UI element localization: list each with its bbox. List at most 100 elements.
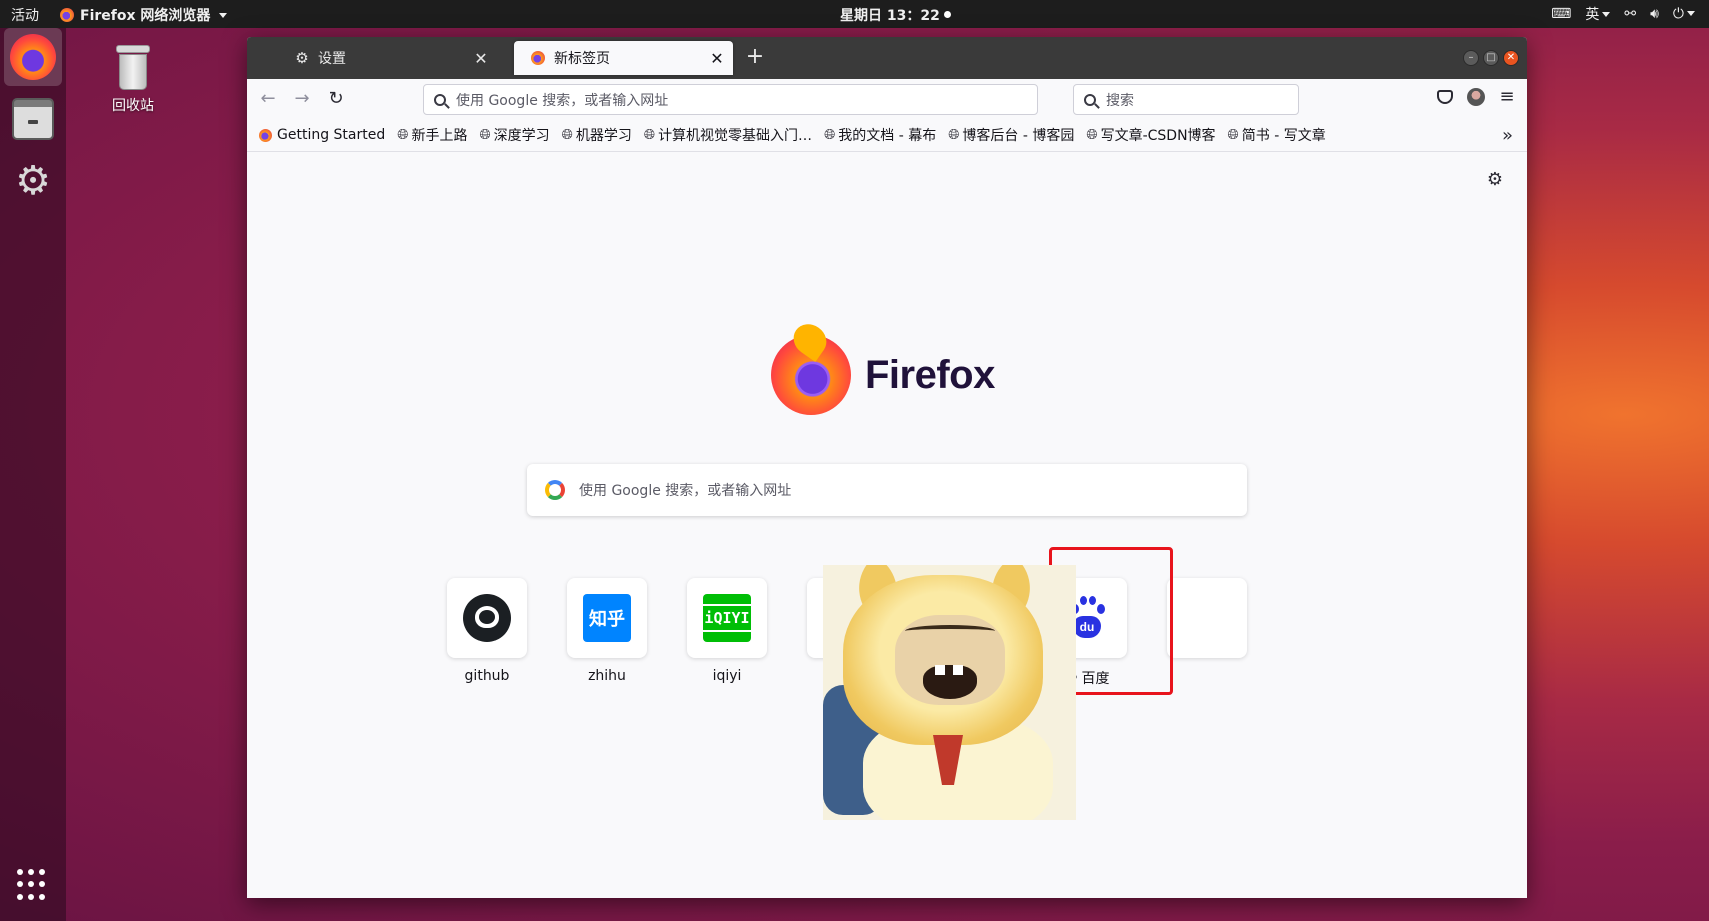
bookmark-item[interactable]: 🌐︎ 简书 - 写文章 bbox=[1228, 125, 1326, 145]
network-icon[interactable]: ⚯ bbox=[1624, 6, 1636, 22]
power-icon[interactable]: ⏻ bbox=[1673, 6, 1695, 22]
system-tray: ⌨ 英 ⚯ 🔊︎ ⏻ bbox=[1551, 4, 1695, 24]
globe-icon: 🌐︎ bbox=[643, 127, 656, 143]
tile-label: zhihu bbox=[588, 668, 626, 684]
reload-button[interactable]: ↻ bbox=[323, 86, 349, 112]
newtab-search-input[interactable]: 使用 Google 搜索，或者输入网址 bbox=[527, 464, 1247, 516]
tab-bar: ⚙ 设置 ✕ 新标签页 ✕ + – □ ✕ bbox=[247, 37, 1527, 79]
top-site-tile[interactable]: 知乎 zhihu bbox=[547, 578, 667, 688]
forward-button[interactable]: → bbox=[289, 86, 315, 112]
firefox-icon bbox=[10, 34, 56, 80]
account-icon[interactable] bbox=[1467, 87, 1485, 106]
top-bar: 活动 Firefox 网络浏览器 星期日 13：22 ⌨ 英 ⚯ 🔊︎ ⏻ bbox=[0, 0, 1709, 28]
show-applications-icon[interactable] bbox=[17, 869, 49, 901]
volume-icon[interactable]: 🔊︎ bbox=[1650, 6, 1659, 22]
chevron-down-icon bbox=[1602, 12, 1611, 17]
top-site-tile[interactable]: iQIYI iqiyi bbox=[667, 578, 787, 688]
file-cabinet-icon bbox=[12, 98, 54, 140]
close-icon[interactable]: ✕ bbox=[469, 49, 493, 68]
globe-icon: 🌐︎ bbox=[561, 127, 573, 143]
settings-tools-icon: ⚙ bbox=[15, 158, 51, 204]
input-method-label: 英 bbox=[1585, 7, 1600, 23]
close-window-button[interactable]: ✕ bbox=[1503, 50, 1519, 66]
bookmark-item[interactable]: 🌐︎ 机器学习 bbox=[562, 125, 632, 145]
chevron-double-right-icon[interactable]: » bbox=[1502, 125, 1513, 146]
meme-sticker-image bbox=[823, 565, 1076, 820]
clock-text: 星期日 13：22 bbox=[840, 8, 940, 24]
bookmark-label: 博客后台 - 博客园 bbox=[962, 128, 1075, 144]
gear-icon[interactable]: ⚙ bbox=[1487, 169, 1503, 190]
tab-title: 设置 bbox=[318, 51, 346, 67]
globe-icon: 🌐︎ bbox=[479, 127, 491, 143]
url-bar-placeholder: 使用 Google 搜索，或者输入网址 bbox=[456, 92, 669, 109]
bookmark-item[interactable]: 🌐︎ 计算机视觉零基础入门… bbox=[644, 125, 812, 145]
bookmark-label: 深度学习 bbox=[493, 128, 550, 144]
chevron-down-icon bbox=[1687, 11, 1695, 16]
activities-button[interactable]: 活动 bbox=[11, 5, 39, 25]
input-method-indicator[interactable]: 英 bbox=[1585, 4, 1611, 24]
tile-label: github bbox=[464, 668, 510, 684]
gear-icon: ⚙ bbox=[295, 49, 309, 67]
bookmark-item[interactable]: 🌐︎ 写文章-CSDN博客 bbox=[1086, 125, 1215, 145]
search-bar-placeholder: 搜索 bbox=[1106, 92, 1134, 109]
firefox-icon bbox=[259, 128, 272, 142]
window-controls: – □ ✕ bbox=[1463, 50, 1519, 66]
firefox-logo: Firefox bbox=[771, 335, 995, 415]
trash-icon bbox=[116, 45, 150, 91]
pocket-icon[interactable] bbox=[1437, 89, 1453, 104]
dock-firefox[interactable] bbox=[4, 28, 62, 86]
bookmark-label: 写文章-CSDN博客 bbox=[1100, 128, 1216, 144]
bookmark-label: 简书 - 写文章 bbox=[1241, 128, 1326, 144]
firefox-icon bbox=[530, 50, 546, 66]
tab-title: 新标签页 bbox=[554, 51, 610, 67]
github-icon bbox=[463, 594, 511, 642]
url-bar[interactable]: 使用 Google 搜索，或者输入网址 bbox=[423, 84, 1038, 115]
minimize-button[interactable]: – bbox=[1463, 50, 1479, 66]
hamburger-menu-icon[interactable]: ≡ bbox=[1499, 86, 1515, 107]
dock-files[interactable] bbox=[4, 90, 62, 148]
globe-icon: 🌐︎ bbox=[1086, 127, 1098, 143]
newtab-search-placeholder: 使用 Google 搜索，或者输入网址 bbox=[579, 483, 792, 499]
bookmark-label: 新手上路 bbox=[411, 128, 468, 144]
bookmark-label: 机器学习 bbox=[575, 128, 632, 144]
bookmark-label: Getting Started bbox=[277, 127, 386, 143]
bookmark-label: 计算机视觉零基础入门… bbox=[658, 128, 813, 144]
globe-icon: 🌐︎ bbox=[1227, 127, 1239, 143]
globe-icon: 🌐︎ bbox=[397, 127, 409, 143]
keyboard-icon[interactable]: ⌨ bbox=[1551, 6, 1571, 22]
app-menu[interactable]: Firefox 网络浏览器 bbox=[60, 5, 228, 25]
zhihu-icon: 知乎 bbox=[583, 594, 631, 642]
clock[interactable]: 星期日 13：22 bbox=[840, 5, 951, 25]
maximize-button[interactable]: □ bbox=[1483, 50, 1499, 66]
bookmark-item[interactable]: 🌐︎ 我的文档 - 幕布 bbox=[824, 125, 936, 145]
globe-icon: 🌐︎ bbox=[948, 127, 960, 143]
firefox-icon bbox=[771, 335, 851, 415]
dock-settings[interactable]: ⚙ bbox=[4, 152, 62, 210]
chevron-down-icon bbox=[219, 12, 228, 18]
close-icon[interactable]: ✕ bbox=[705, 49, 729, 68]
new-tab-button[interactable]: + bbox=[743, 46, 767, 70]
bookmark-item[interactable]: 🌐︎ 新手上路 bbox=[397, 125, 467, 145]
top-site-tile[interactable]: github bbox=[427, 578, 547, 688]
bookmark-label: 我的文档 - 幕布 bbox=[838, 128, 937, 144]
firefox-icon bbox=[60, 8, 74, 22]
search-icon bbox=[434, 93, 446, 106]
search-bar[interactable]: 搜索 bbox=[1073, 84, 1299, 115]
toolbar-right: ≡ bbox=[1437, 86, 1527, 107]
notification-dot-icon bbox=[943, 11, 951, 18]
desktop-trash[interactable]: 回收站 bbox=[106, 45, 160, 115]
app-menu-label: Firefox 网络浏览器 bbox=[80, 8, 211, 24]
search-icon bbox=[1084, 93, 1096, 106]
firefox-wordmark: Firefox bbox=[865, 352, 995, 397]
bookmark-item[interactable]: 🌐︎ 博客后台 - 博客园 bbox=[948, 125, 1074, 145]
bookmarks-toolbar: Getting Started 🌐︎ 新手上路 🌐︎ 深度学习 🌐︎ 机器学习 🌐︎ 计… bbox=[247, 119, 1527, 152]
bookmark-item[interactable]: Getting Started bbox=[259, 127, 385, 143]
tab-new-tab[interactable]: 新标签页 ✕ bbox=[514, 41, 733, 75]
google-icon bbox=[545, 480, 565, 500]
bookmark-item[interactable]: 🌐︎ 深度学习 bbox=[479, 125, 549, 145]
globe-icon: 🌐︎ bbox=[824, 127, 836, 143]
trash-label: 回收站 bbox=[112, 98, 154, 114]
back-button[interactable]: ← bbox=[255, 86, 281, 112]
tab-settings[interactable]: ⚙ 设置 ✕ bbox=[278, 41, 497, 75]
tile-label: iqiyi bbox=[712, 668, 742, 684]
